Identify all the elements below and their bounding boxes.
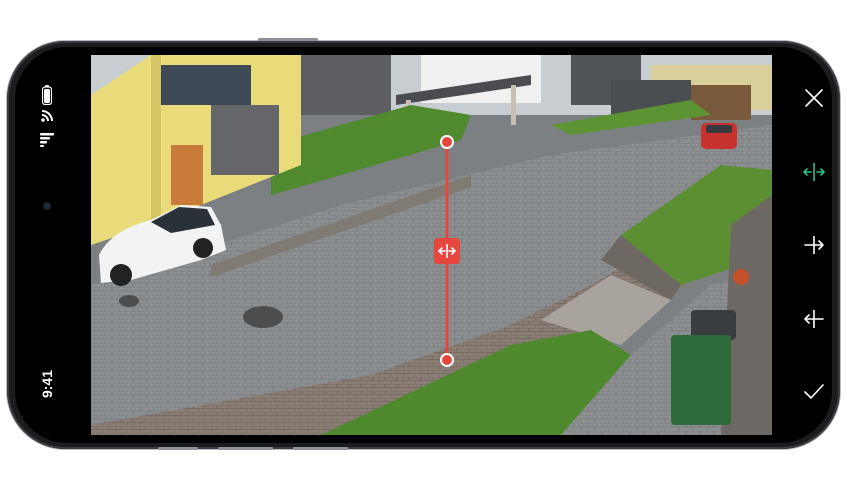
front-camera-icon — [44, 203, 50, 209]
volume-button — [293, 447, 348, 450]
status-time: 9:41 — [39, 369, 55, 399]
cellular-signal-icon — [40, 133, 54, 147]
direction-left-button[interactable] — [796, 301, 832, 337]
volume-button — [158, 447, 198, 450]
line-toolbar — [790, 80, 838, 410]
line-direction-badge[interactable] — [434, 238, 460, 264]
status-bar: 9:41 — [30, 60, 64, 430]
wifi-icon — [40, 109, 54, 123]
arrow-right-icon — [804, 236, 824, 254]
arrow-left-icon — [804, 309, 824, 328]
confirm-button[interactable] — [796, 374, 832, 410]
bidirectional-arrow-icon — [438, 244, 456, 258]
line-handle-top[interactable] — [440, 135, 454, 149]
camera-view[interactable] — [91, 55, 772, 435]
direction-right-button[interactable] — [796, 227, 832, 263]
bidirectional-arrow-icon — [803, 162, 825, 181]
close-icon — [805, 89, 823, 107]
power-button — [258, 38, 318, 41]
volume-button — [218, 447, 273, 450]
close-button[interactable] — [796, 80, 832, 116]
direction-both-button[interactable] — [796, 154, 832, 190]
checkmark-icon — [804, 384, 824, 399]
battery-icon — [41, 85, 53, 106]
camera-feed-image — [91, 55, 772, 435]
line-handle-bottom[interactable] — [440, 353, 454, 367]
